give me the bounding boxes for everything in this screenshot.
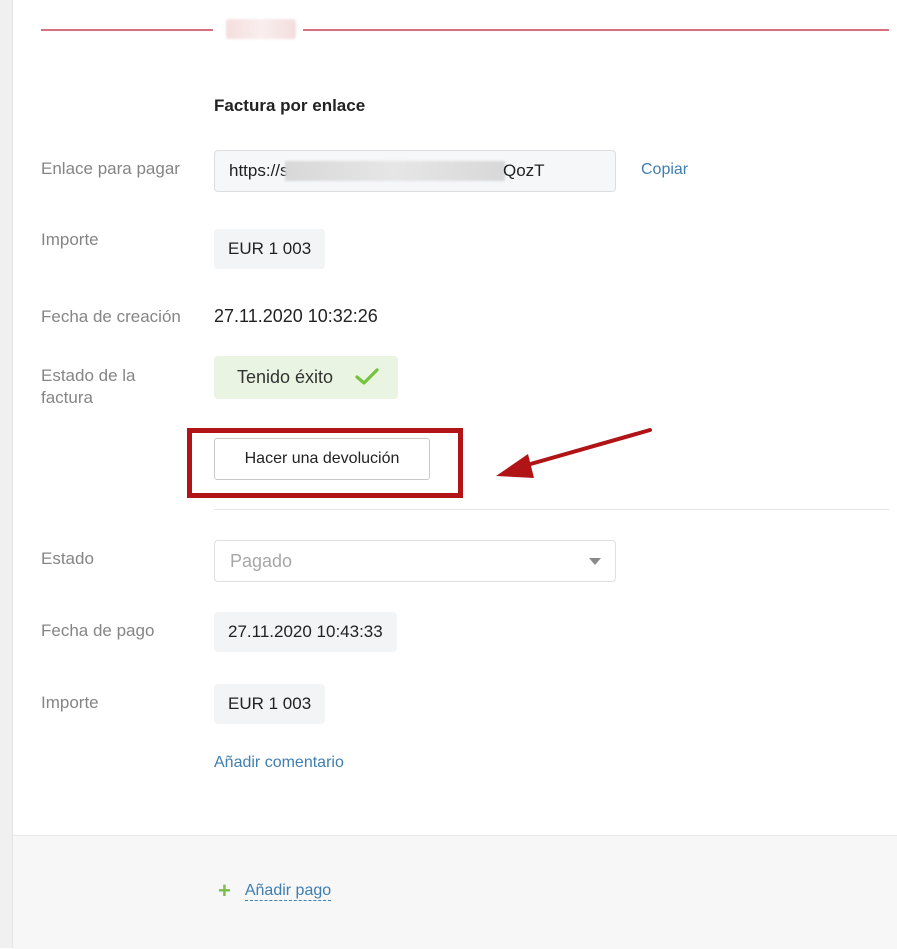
annotation-highlight-box	[187, 428, 463, 498]
invoice-panel	[13, 0, 897, 835]
status-badge-text: Tenido éxito	[237, 367, 334, 387]
section-divider	[214, 509, 889, 510]
footer-panel	[13, 835, 897, 949]
payment-link-field[interactable]: https://s QozT	[214, 150, 616, 192]
payment-amount-value: EUR 1 003	[214, 684, 326, 724]
invoice-amount-value: EUR 1 003	[214, 229, 326, 269]
link-label: Enlace para pagar	[41, 159, 180, 178]
chevron-down-icon	[589, 558, 601, 565]
amount-label: Importe	[41, 230, 99, 249]
add-payment-button[interactable]: + Añadir pago	[218, 878, 332, 903]
redacted-section-label	[226, 19, 296, 39]
payment-link-suffix: QozT	[503, 161, 545, 180]
section-separator-left	[41, 29, 213, 31]
check-icon	[355, 368, 379, 385]
left-edge-strip	[0, 0, 13, 948]
payment-link-prefix: https://s	[229, 161, 289, 180]
section-separator-right	[303, 29, 889, 31]
annotation-arrow-icon	[496, 428, 652, 478]
copy-link[interactable]: Copiar	[641, 161, 688, 179]
payment-amount-label: Importe	[41, 693, 99, 712]
add-comment-link[interactable]: Añadir comentario	[214, 754, 344, 772]
payment-date-value: 27.11.2020 10:43:33	[214, 612, 397, 652]
plus-icon: +	[218, 878, 231, 903]
payment-state-select[interactable]: Pagado	[214, 540, 616, 582]
invoice-status-label: Estado de la factura	[41, 366, 136, 407]
redacted-link	[285, 161, 505, 181]
creation-date-value: 27.11.2020 10:32:26	[214, 306, 378, 326]
page-title: Factura por enlace	[214, 96, 366, 115]
payment-date-label: Fecha de pago	[41, 621, 155, 640]
payment-state-label: Estado	[41, 549, 94, 568]
status-badge: Tenido éxito	[214, 356, 398, 399]
creation-date-label: Fecha de creación	[41, 307, 181, 326]
payment-state-value: Pagado	[230, 551, 293, 571]
add-payment-label: Añadir pago	[244, 881, 332, 901]
